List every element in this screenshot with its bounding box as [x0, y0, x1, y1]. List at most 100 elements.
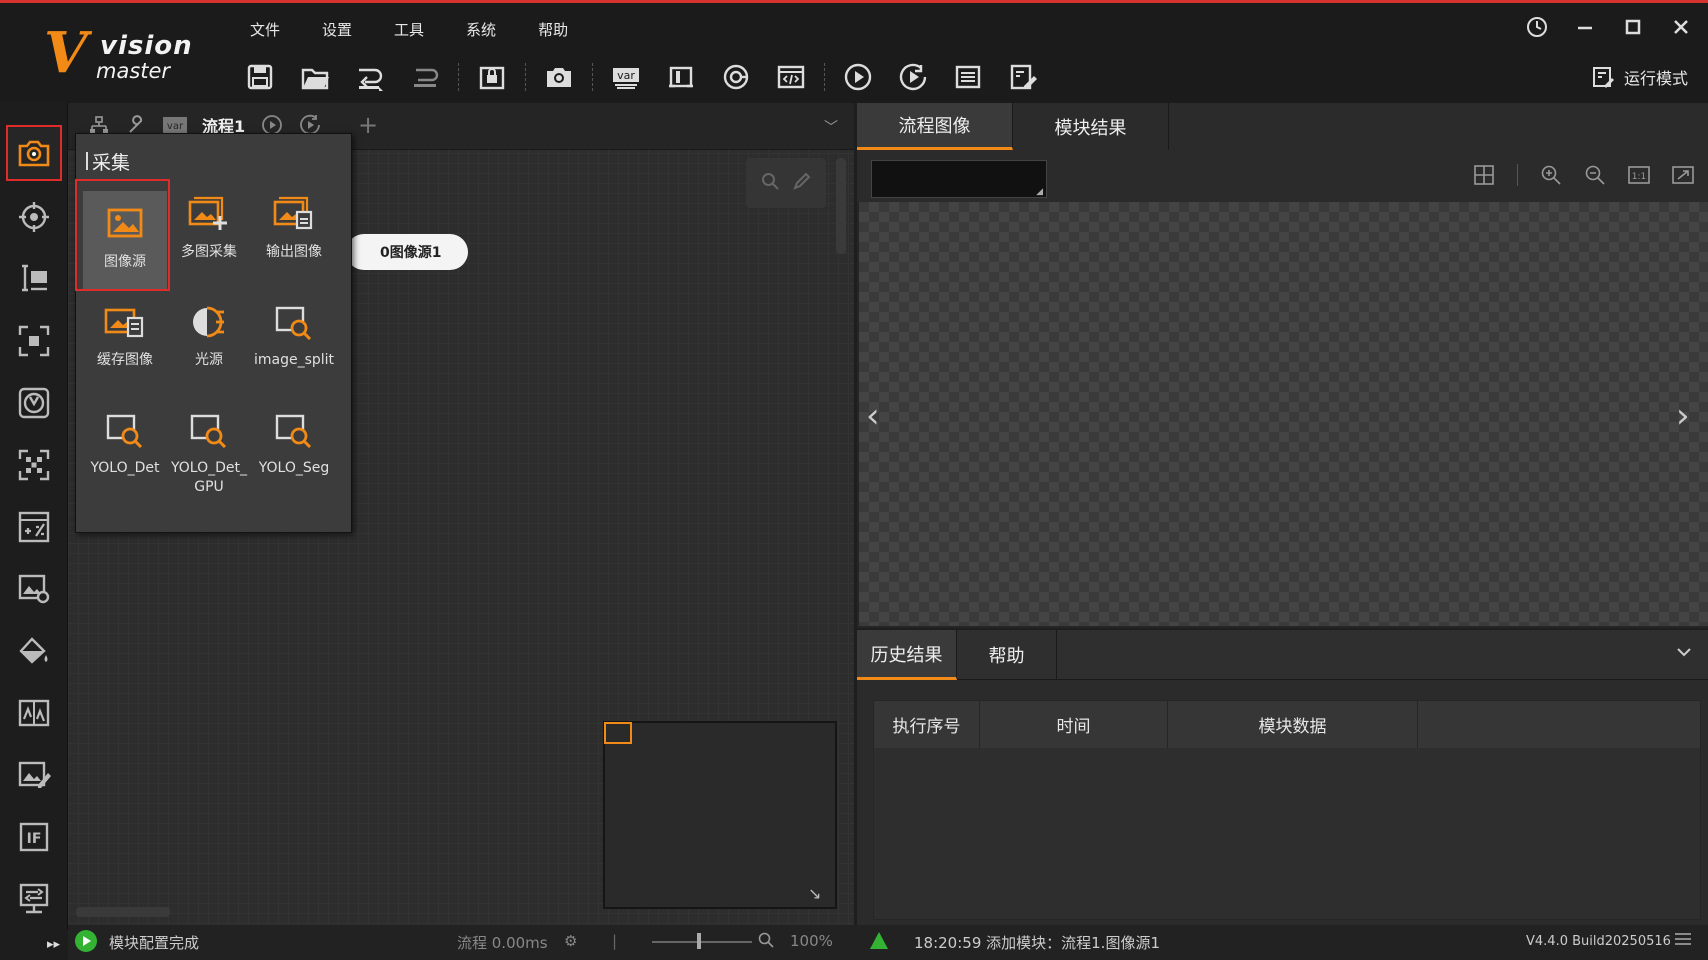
- tab-module-result[interactable]: 模块结果: [1013, 103, 1169, 150]
- previous-image-icon[interactable]: ‹: [866, 396, 880, 436]
- sidebar-if-logic-button[interactable]: IF: [6, 809, 62, 865]
- log-status-icon: [870, 932, 888, 949]
- sidebar-locate-button[interactable]: [6, 189, 62, 245]
- minimap-viewport[interactable]: [604, 722, 632, 744]
- device-icon[interactable]: [659, 57, 703, 97]
- tab-help[interactable]: 帮助: [957, 630, 1057, 680]
- flow-settings-icon[interactable]: ⚙: [564, 932, 577, 950]
- menu-bar: 文件 设置 工具 系统 帮助: [238, 17, 598, 42]
- sidebar-calculate-button[interactable]: [6, 499, 62, 555]
- recognize-icon: [18, 325, 50, 357]
- image-process-icon: [18, 574, 50, 604]
- menu-lines-icon[interactable]: [1674, 932, 1692, 950]
- sidebar-expand-button[interactable]: ▸▸: [0, 930, 68, 960]
- sidebar-edit-image-button[interactable]: [6, 747, 62, 803]
- tool-multi-image[interactable]: 多图采集: [167, 181, 251, 281]
- pencil-icon[interactable]: [793, 172, 811, 195]
- maximize-icon[interactable]: [1620, 15, 1646, 39]
- calibrate-icon: [18, 387, 50, 419]
- tool-label: 缓存图像: [97, 352, 153, 368]
- column-time[interactable]: 时间: [980, 701, 1168, 748]
- fit-window-icon[interactable]: [1672, 164, 1694, 186]
- tool-yolo-seg[interactable]: YOLO_Seg: [252, 397, 336, 497]
- add-flow-button[interactable]: +: [358, 111, 378, 139]
- chevron-down-icon[interactable]: [1676, 643, 1692, 662]
- tool-label: YOLO_Det_ GPU: [170, 460, 247, 495]
- chevron-down-icon[interactable]: ﹀: [824, 117, 838, 137]
- run-loop-icon[interactable]: [891, 57, 935, 97]
- tool-image-split[interactable]: image_split: [252, 289, 336, 389]
- image-source-select[interactable]: [871, 160, 1047, 198]
- next-image-icon[interactable]: ›: [1676, 396, 1690, 436]
- run-mode-icon: [1592, 67, 1614, 88]
- tab-history-results[interactable]: 历史结果: [857, 630, 957, 680]
- tool-light-source[interactable]: 光源: [167, 289, 251, 389]
- tool-cache-image[interactable]: 缓存图像: [83, 289, 167, 389]
- zoom-slider-handle[interactable]: [697, 933, 701, 949]
- toolbar-separator: [824, 63, 825, 91]
- flow-minimap[interactable]: [603, 721, 837, 909]
- open-folder-icon[interactable]: [293, 57, 337, 97]
- settings-list-icon[interactable]: [946, 57, 990, 97]
- script-icon[interactable]: [769, 57, 813, 97]
- sidebar-measure-button[interactable]: [6, 251, 62, 307]
- menu-system[interactable]: 系统: [454, 17, 508, 42]
- image-viewer[interactable]: [859, 202, 1708, 626]
- camera-icon[interactable]: [537, 57, 581, 97]
- log-message: 18:20:59 添加模块：流程1.图像源1: [914, 934, 1160, 952]
- form-edit-icon[interactable]: [1001, 57, 1045, 97]
- sidebar-recognize-button[interactable]: [6, 313, 62, 369]
- lock-save-icon[interactable]: [470, 57, 514, 97]
- popup-title: 采集: [85, 148, 130, 175]
- var-icon[interactable]: var: [604, 57, 648, 97]
- yolo-det-gpu-icon: [186, 407, 232, 453]
- menu-file[interactable]: 文件: [238, 17, 292, 42]
- export-icon[interactable]: [403, 57, 447, 97]
- zoom-out-icon[interactable]: [1584, 164, 1606, 186]
- sidebar-calibrate-button[interactable]: [6, 375, 62, 431]
- save-icon[interactable]: [238, 57, 282, 97]
- version-label: V4.4.0 Build20250516: [1526, 934, 1671, 949]
- minimize-icon[interactable]: [1572, 15, 1598, 39]
- sidebar-camera-button[interactable]: [6, 125, 62, 181]
- yolo-det-icon: [102, 407, 148, 453]
- sidebar-defect-button[interactable]: [6, 685, 62, 741]
- search-icon[interactable]: [761, 172, 779, 195]
- flow-vertical-scrollbar[interactable]: [836, 158, 846, 254]
- run-mode-button[interactable]: 运行模式: [1592, 65, 1688, 89]
- yolo-seg-icon: [271, 407, 317, 453]
- column-execution-index[interactable]: 执行序号: [874, 701, 980, 748]
- tool-label: 光源: [195, 352, 223, 368]
- tool-output-image[interactable]: 输出图像: [252, 181, 336, 281]
- logo-master-text: master: [96, 59, 171, 83]
- app-logo: V vision master: [44, 25, 194, 87]
- communication-icon: [19, 883, 49, 914]
- measure-icon: [22, 264, 47, 292]
- camera-icon: [18, 140, 50, 167]
- resize-corner-icon[interactable]: ↘: [808, 884, 821, 903]
- close-icon[interactable]: [1668, 15, 1694, 39]
- zoom-search-icon[interactable]: [758, 932, 774, 952]
- menu-settings[interactable]: 设置: [310, 17, 364, 42]
- import-icon[interactable]: [348, 57, 392, 97]
- flow-node-image-source[interactable]: 0图像源1: [346, 234, 468, 270]
- menu-tools[interactable]: 工具: [382, 17, 436, 42]
- actual-size-icon[interactable]: 1:1: [1628, 164, 1650, 186]
- run-once-icon[interactable]: [836, 57, 880, 97]
- sidebar-image-process-button[interactable]: [6, 561, 62, 617]
- register-icon[interactable]: [714, 57, 758, 97]
- column-module-data[interactable]: 模块数据: [1168, 701, 1418, 748]
- clock-icon[interactable]: [1524, 15, 1550, 39]
- grid-icon[interactable]: [1473, 164, 1495, 186]
- zoom-in-icon[interactable]: [1540, 164, 1562, 186]
- sidebar-color-button[interactable]: [6, 623, 62, 679]
- menu-help[interactable]: 帮助: [526, 17, 580, 42]
- zoom-slider[interactable]: [652, 941, 752, 943]
- selected-tool-highlight: [75, 179, 170, 291]
- tool-yolo-det-gpu[interactable]: YOLO_Det_ GPU: [167, 397, 251, 497]
- flow-horizontal-scrollbar[interactable]: [76, 907, 170, 917]
- tab-flow-image[interactable]: 流程图像: [857, 103, 1013, 150]
- sidebar-communication-button[interactable]: [6, 871, 62, 927]
- tool-yolo-det[interactable]: YOLO_Det: [83, 397, 167, 497]
- sidebar-align-button[interactable]: [6, 437, 62, 493]
